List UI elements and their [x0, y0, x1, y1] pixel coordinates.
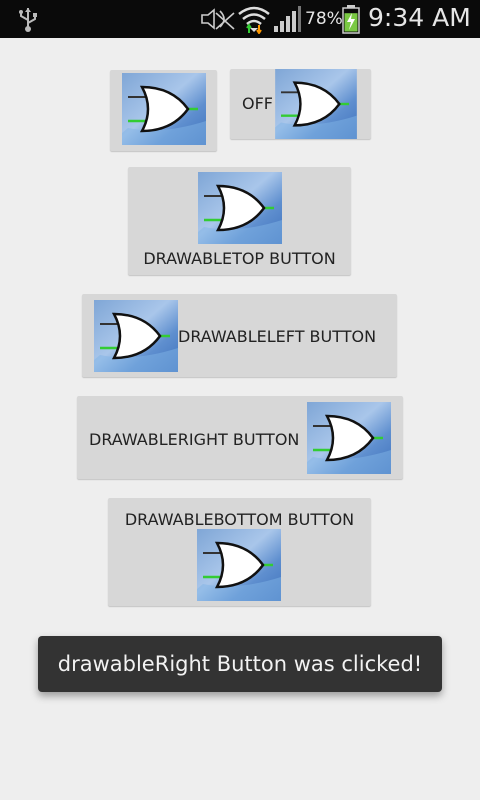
drawable-right-button[interactable]: DRAWABLERIGHT BUTTON — [77, 396, 403, 479]
drawable-bottom-button[interactable]: DRAWABLEBOTTOM BUTTON — [108, 498, 371, 606]
toggle-button-label: OFF — [242, 94, 273, 113]
or-gate-icon — [197, 529, 281, 601]
usb-icon — [19, 8, 37, 32]
drawable-top-button[interactable]: DRAWABLETOP BUTTON — [128, 167, 351, 275]
drawable-right-label: DRAWABLERIGHT BUTTON — [89, 430, 300, 449]
toast: drawableRight Button was clicked! — [38, 636, 442, 692]
or-gate-icon — [122, 73, 206, 145]
wifi-icon — [238, 6, 270, 34]
or-gate-icon — [198, 172, 282, 244]
image-button[interactable] — [110, 70, 217, 151]
or-gate-icon — [94, 300, 178, 372]
drawable-left-label: DRAWABLELEFT BUTTON — [178, 327, 377, 346]
mute-icon — [201, 8, 235, 30]
drawable-top-label: DRAWABLETOP BUTTON — [143, 249, 336, 268]
signal-icon — [274, 6, 301, 32]
drawable-bottom-label: DRAWABLEBOTTOM BUTTON — [124, 510, 355, 529]
drawable-left-button[interactable]: DRAWABLELEFT BUTTON — [82, 294, 397, 377]
battery-percent: 78% — [305, 9, 343, 29]
status-bar: 78% 9:34 AM — [0, 0, 480, 38]
toast-message: drawableRight Button was clicked! — [57, 652, 423, 676]
clock: 9:34 AM — [368, 3, 471, 32]
toggle-button[interactable]: OFF — [230, 69, 371, 139]
or-gate-icon — [307, 402, 391, 474]
or-gate-icon — [274, 69, 358, 139]
battery-charging-icon — [342, 5, 360, 34]
